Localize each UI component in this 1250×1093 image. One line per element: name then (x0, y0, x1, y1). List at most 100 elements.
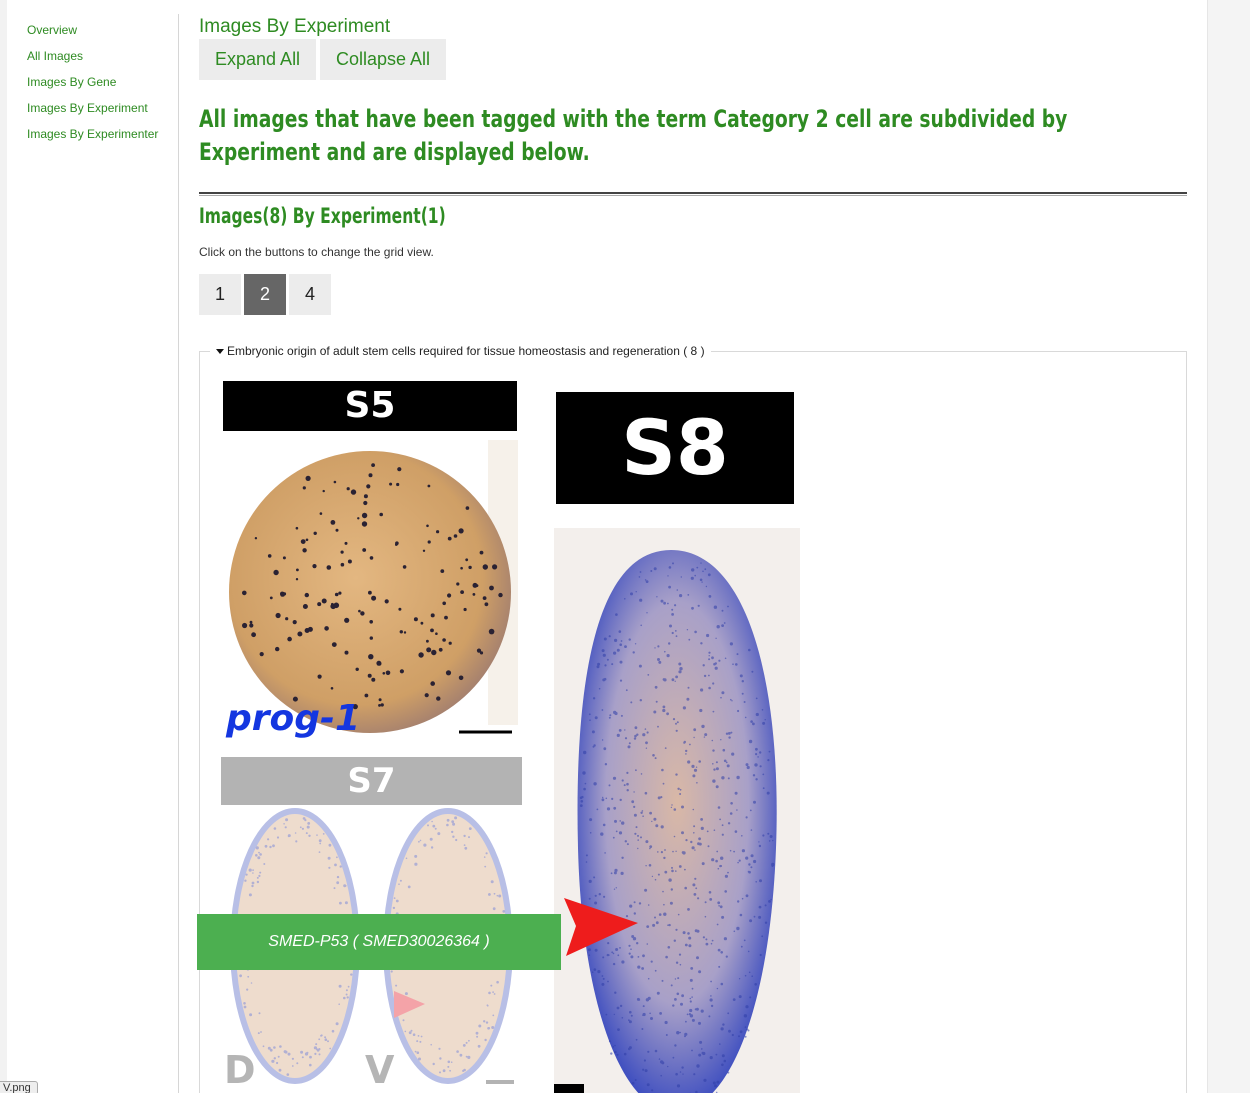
stain-speckle (413, 617, 418, 622)
stain-speckle (267, 554, 272, 558)
stain-speckle (384, 599, 389, 604)
stain-speckle (603, 747, 607, 751)
sidebar-list: Overview All Images Images By Gene Image… (7, 14, 178, 151)
stain-speckle (671, 804, 673, 806)
stain-speckle (675, 1072, 678, 1076)
stain-speckle (580, 800, 584, 803)
images-by-experimenter-link[interactable]: Images By Experimenter (27, 127, 158, 141)
download-file-tab[interactable]: V.png (0, 1081, 38, 1093)
experiment-legend-text: Embryonic origin of adult stem cells req… (227, 344, 705, 358)
stain-speckle (452, 822, 456, 826)
images-by-experiment-link[interactable]: Images By Experiment (27, 101, 148, 115)
stain-speckle (727, 777, 730, 780)
overview-link[interactable]: Overview (27, 23, 77, 37)
stain-speckle (416, 1051, 420, 1054)
stain-speckle (651, 820, 653, 823)
stain-speckle (691, 606, 694, 610)
image-thumb-s5[interactable]: S5 prog-1 (222, 380, 520, 742)
stain-speckle (463, 1068, 466, 1072)
stain-speckle (295, 526, 299, 530)
stain-speckle (701, 862, 705, 866)
images-by-gene-link[interactable]: Images By Gene (27, 75, 116, 89)
stain-speckle (681, 994, 684, 998)
stain-speckle (696, 956, 699, 960)
stain-speckle (256, 880, 260, 884)
stain-speckle (697, 842, 700, 846)
stain-speckle (328, 843, 332, 847)
stain-speckle (694, 574, 696, 577)
expand-all-button[interactable]: Expand All (199, 39, 317, 80)
stain-speckle (338, 1003, 340, 1005)
stain-speckle (308, 834, 311, 837)
stain-speckle (257, 1032, 260, 1035)
stain-speckle (434, 827, 437, 830)
stain-speckle (635, 826, 638, 829)
stain-speckle (701, 1051, 705, 1055)
stain-speckle (705, 585, 708, 588)
stain-speckle (393, 897, 396, 899)
stain-speckle (244, 879, 247, 882)
stain-speckle (331, 1029, 335, 1033)
stain-speckle (442, 601, 446, 606)
stain-speckle (468, 565, 472, 570)
stain-speckle (255, 846, 259, 850)
grid-4-button[interactable]: 4 (289, 274, 331, 315)
stain-speckle (408, 1031, 412, 1035)
stain-speckle (360, 611, 365, 616)
stain-speckle (652, 754, 655, 757)
stain-speckle (645, 998, 650, 1002)
stain-speckle (685, 839, 688, 842)
gene-hover-overlay[interactable]: SMED-P53 ( SMED30026364 ) (197, 914, 561, 970)
stain-speckle (708, 658, 711, 661)
stain-speckle (757, 756, 759, 758)
stain-speckle (427, 540, 431, 544)
stain-speckle (641, 810, 644, 812)
stain-speckle (465, 1041, 468, 1044)
stain-speckle (689, 1008, 693, 1013)
stain-speckle (301, 1056, 304, 1059)
stain-speckle (664, 747, 667, 749)
image-thumb-s8[interactable]: S8 (554, 388, 800, 1093)
stain-speckle (602, 823, 606, 827)
stain-speckle (687, 594, 690, 596)
experiment-legend[interactable]: Embryonic origin of adult stem cells req… (210, 344, 711, 358)
scrollbar-rail[interactable] (1207, 0, 1250, 1093)
all-images-link[interactable]: All Images (27, 49, 83, 63)
stain-speckle (651, 1089, 654, 1092)
stain-speckle (403, 631, 407, 634)
stain-speckle (697, 604, 700, 607)
stain-speckle (660, 796, 663, 799)
stain-speckle (685, 749, 688, 753)
stain-speckle (316, 834, 318, 836)
stain-speckle (634, 1079, 637, 1081)
stain-speckle (318, 1053, 321, 1056)
stain-speckle (735, 663, 738, 666)
stain-speckle (730, 731, 733, 734)
grid-2-button[interactable]: 2 (244, 274, 286, 315)
stain-speckle (750, 829, 753, 831)
collapse-all-button[interactable]: Collapse All (320, 39, 447, 80)
stain-speckle (722, 748, 726, 752)
stain-speckle (426, 639, 429, 643)
stain-speckle (762, 787, 765, 790)
stain-speckle (772, 839, 774, 842)
stain-speckle (721, 1054, 725, 1058)
stain-speckle (707, 573, 711, 577)
stain-speckle (705, 942, 709, 946)
stain-speckle (291, 1057, 294, 1060)
stain-speckle (689, 997, 692, 1000)
grid-1-button[interactable]: 1 (199, 274, 241, 315)
stain-speckle (692, 883, 696, 887)
stain-speckle (344, 650, 349, 655)
stain-speckle (676, 589, 679, 591)
stain-speckle (324, 1038, 328, 1041)
stain-speckle (745, 763, 749, 767)
stain-speckle (700, 688, 704, 692)
stain-speckle (634, 832, 637, 835)
stain-speckle (693, 1073, 696, 1076)
stain-speckle (639, 571, 642, 573)
stain-speckle (744, 716, 747, 719)
stain-speckle (630, 701, 633, 704)
stain-speckle (460, 566, 463, 570)
stain-speckle (616, 1006, 620, 1010)
